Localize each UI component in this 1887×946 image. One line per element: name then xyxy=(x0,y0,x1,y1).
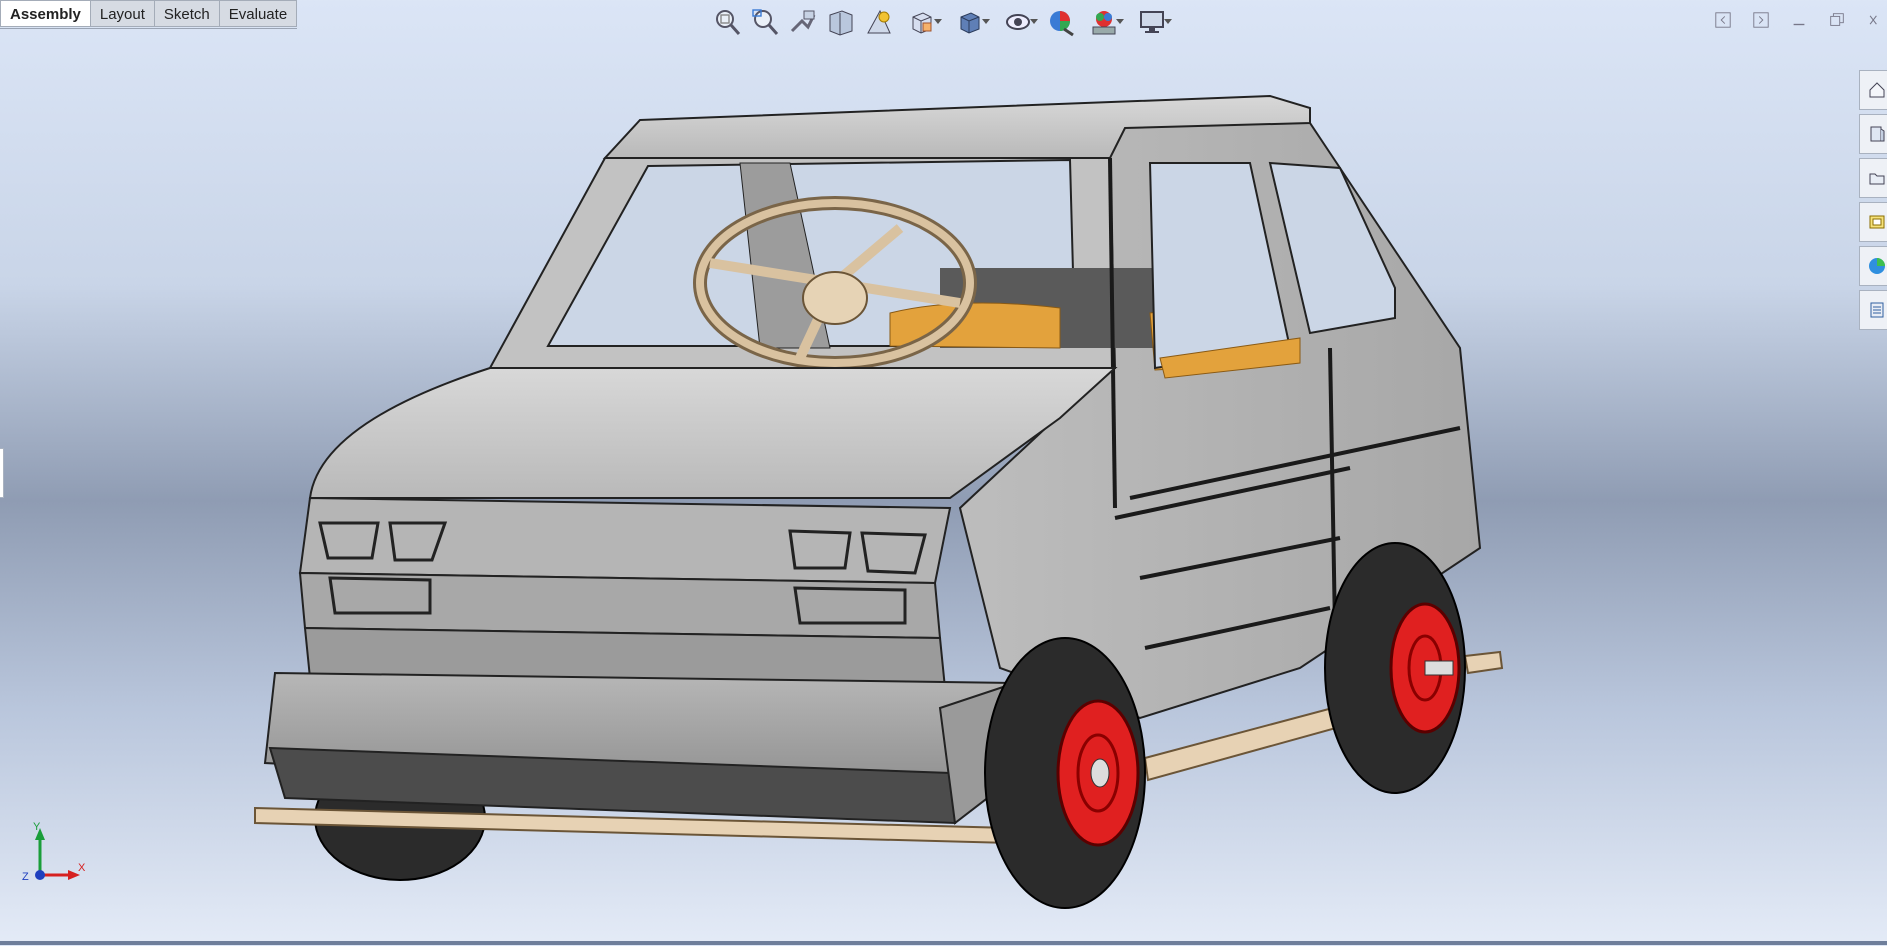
car-assembly-model xyxy=(254,94,1504,909)
viewport-bottom-border xyxy=(0,941,1887,945)
tab-layout[interactable]: Layout xyxy=(90,0,155,27)
wheel-front-right xyxy=(984,637,1146,909)
tab-evaluate[interactable]: Evaluate xyxy=(219,0,298,27)
reference-triad: Y X Z xyxy=(18,820,88,890)
wheel-rear-right xyxy=(1324,542,1466,794)
command-manager-tabs: Assembly Layout Sketch Evaluate xyxy=(0,0,298,29)
triad-z-label: Z xyxy=(22,871,29,883)
graphics-viewport[interactable] xyxy=(0,28,1887,941)
tab-assembly[interactable]: Assembly xyxy=(0,0,91,27)
triad-x-label: X xyxy=(78,862,86,874)
tab-sketch[interactable]: Sketch xyxy=(154,0,220,27)
front-middle-panel xyxy=(298,571,942,640)
front-upper-panel xyxy=(298,496,952,585)
triad-y-label: Y xyxy=(33,821,41,833)
